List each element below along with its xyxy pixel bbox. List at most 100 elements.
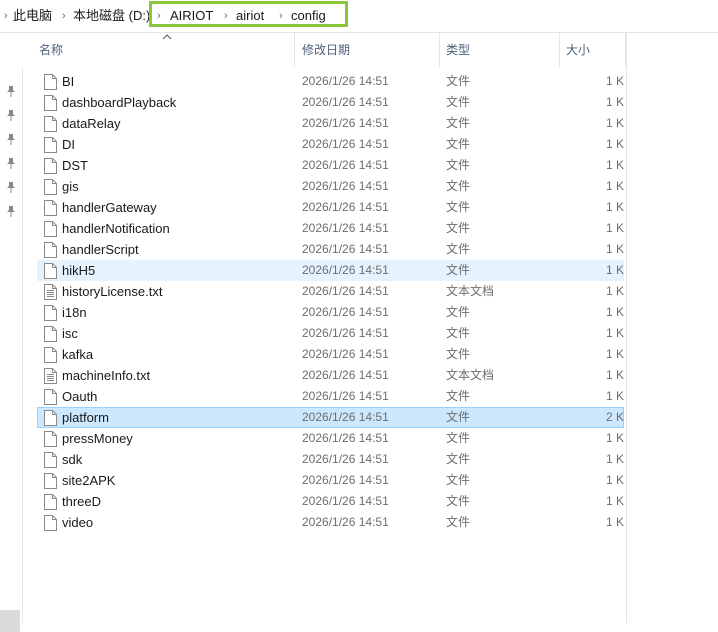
file-row[interactable]: site2APK 2026/1/26 14:51 文件 1 K [37, 470, 624, 491]
file-size: 1 K [605, 116, 624, 130]
file-modified-date: 2026/1/26 14:51 [302, 515, 389, 529]
file-modified-date: 2026/1/26 14:51 [302, 389, 389, 403]
file-type: 文件 [446, 326, 471, 340]
file-name: threeD [62, 494, 102, 509]
file-type: 文件 [446, 242, 471, 256]
file-type: 文件 [446, 74, 471, 88]
file-name: kafka [62, 347, 94, 362]
file-size: 2 K [605, 410, 624, 424]
file-size: 1 K [605, 284, 624, 298]
breadcrumb-this-pc[interactable]: 此电脑 [13, 7, 52, 25]
pin-icon[interactable] [6, 133, 16, 145]
chevron-right-icon: › [4, 10, 8, 22]
file-modified-date: 2026/1/26 14:51 [302, 242, 389, 256]
file-size: 1 K [605, 137, 624, 151]
file-row[interactable]: isc 2026/1/26 14:51 文件 1 K [37, 323, 624, 344]
column-header-row: 名称 修改日期 类型 大小 [22, 33, 626, 67]
nav-pane-scrollbar[interactable] [0, 610, 20, 632]
column-header-date[interactable]: 修改日期 [295, 33, 440, 67]
file-name: video [62, 515, 94, 530]
file-row[interactable]: threeD 2026/1/26 14:51 文件 1 K [37, 491, 624, 512]
file-modified-date: 2026/1/26 14:51 [302, 200, 389, 214]
file-row[interactable]: kafka 2026/1/26 14:51 文件 1 K [37, 344, 624, 365]
file-name: historyLicense.txt [62, 284, 163, 299]
file-row[interactable]: historyLicense.txt 2026/1/26 14:51 文本文档 1 K [37, 281, 624, 302]
file-modified-date: 2026/1/26 14:51 [302, 494, 389, 508]
file-row[interactable]: i18n 2026/1/26 14:51 文件 1 K [37, 302, 624, 323]
file-type: 文件 [446, 179, 471, 193]
file-name: handlerScript [62, 242, 139, 257]
file-size: 1 K [605, 389, 624, 403]
file-name: sdk [62, 452, 83, 467]
file-name: BI [62, 74, 75, 89]
pin-icon[interactable] [6, 85, 16, 97]
file-name: isc [62, 326, 78, 341]
file-row[interactable]: DST 2026/1/26 14:51 文件 1 K [37, 155, 624, 176]
chevron-right-icon[interactable]: › [62, 8, 66, 24]
file-icon [44, 410, 57, 426]
pin-icon[interactable] [6, 109, 16, 121]
file-name: pressMoney [62, 431, 133, 446]
annotation-highlight-box [149, 1, 348, 27]
file-row[interactable]: pressMoney 2026/1/26 14:51 文件 1 K [37, 428, 624, 449]
file-icon [44, 326, 57, 342]
file-row[interactable]: BI 2026/1/26 14:51 文件 1 K [37, 71, 624, 92]
address-bar[interactable]: › 此电脑 › 本地磁盘 (D:) › AIRIOT › airiot › co… [0, 0, 718, 33]
file-row[interactable]: hikH5 2026/1/26 14:51 文件 1 K [37, 260, 624, 281]
file-size: 1 K [605, 74, 624, 88]
file-modified-date: 2026/1/26 14:51 [302, 74, 389, 88]
file-row[interactable]: gis 2026/1/26 14:51 文件 1 K [37, 176, 624, 197]
file-icon [44, 158, 57, 174]
file-type: 文件 [446, 389, 471, 403]
file-row[interactable]: handlerGateway 2026/1/26 14:51 文件 1 K [37, 197, 624, 218]
pin-icon[interactable] [6, 181, 16, 193]
file-size: 1 K [605, 347, 624, 361]
file-size: 1 K [605, 200, 624, 214]
file-row[interactable]: platform 2026/1/26 14:51 文件 2 K [37, 407, 624, 428]
breadcrumb-local-disk[interactable]: 本地磁盘 (D:) [73, 7, 150, 25]
file-type: 文件 [446, 200, 471, 214]
file-row[interactable]: DI 2026/1/26 14:51 文件 1 K [37, 134, 624, 155]
column-header-name[interactable]: 名称 [22, 33, 295, 67]
file-row[interactable]: handlerScript 2026/1/26 14:51 文件 1 K [37, 239, 624, 260]
file-row[interactable]: dashboardPlayback 2026/1/26 14:51 文件 1 K [37, 92, 624, 113]
file-row[interactable]: video 2026/1/26 14:51 文件 1 K [37, 512, 624, 533]
file-size: 1 K [605, 494, 624, 508]
file-type: 文件 [446, 494, 471, 508]
file-row[interactable]: machineInfo.txt 2026/1/26 14:51 文本文档 1 K [37, 365, 624, 386]
file-icon [44, 95, 57, 111]
file-icon [44, 242, 57, 258]
pin-icon[interactable] [6, 157, 16, 169]
file-list: BI 2026/1/26 14:51 文件 1 K dashboardPlayback 2… [37, 71, 624, 533]
file-modified-date: 2026/1/26 14:51 [302, 284, 389, 298]
file-size: 1 K [605, 242, 624, 256]
file-icon [44, 494, 57, 510]
file-size: 1 K [605, 158, 624, 172]
file-row[interactable]: sdk 2026/1/26 14:51 文件 1 K [37, 449, 624, 470]
file-name: Oauth [62, 389, 98, 404]
file-modified-date: 2026/1/26 14:51 [302, 452, 389, 466]
file-row[interactable]: Oauth 2026/1/26 14:51 文件 1 K [37, 386, 624, 407]
file-name: gis [62, 179, 79, 194]
file-name: i18n [62, 305, 87, 320]
file-type: 文件 [446, 473, 471, 487]
column-header-size[interactable]: 大小 [560, 33, 626, 67]
file-modified-date: 2026/1/26 14:51 [302, 368, 389, 382]
file-modified-date: 2026/1/26 14:51 [302, 137, 389, 151]
pane-divider [626, 33, 627, 623]
column-header-size-label: 大小 [566, 43, 591, 57]
file-row[interactable]: handlerNotification 2026/1/26 14:51 文件 1 K [37, 218, 624, 239]
file-row[interactable]: dataRelay 2026/1/26 14:51 文件 1 K [37, 113, 624, 134]
file-type: 文件 [446, 410, 471, 424]
file-modified-date: 2026/1/26 14:51 [302, 431, 389, 445]
file-size: 1 K [605, 431, 624, 445]
file-type: 文件 [446, 347, 471, 361]
file-icon [44, 137, 57, 153]
file-icon [44, 347, 57, 363]
file-size: 1 K [605, 452, 624, 466]
pin-icon[interactable] [6, 205, 16, 217]
file-size: 1 K [605, 305, 624, 319]
file-icon [44, 389, 57, 405]
column-header-type[interactable]: 类型 [440, 33, 560, 67]
column-header-type-label: 类型 [446, 43, 471, 57]
